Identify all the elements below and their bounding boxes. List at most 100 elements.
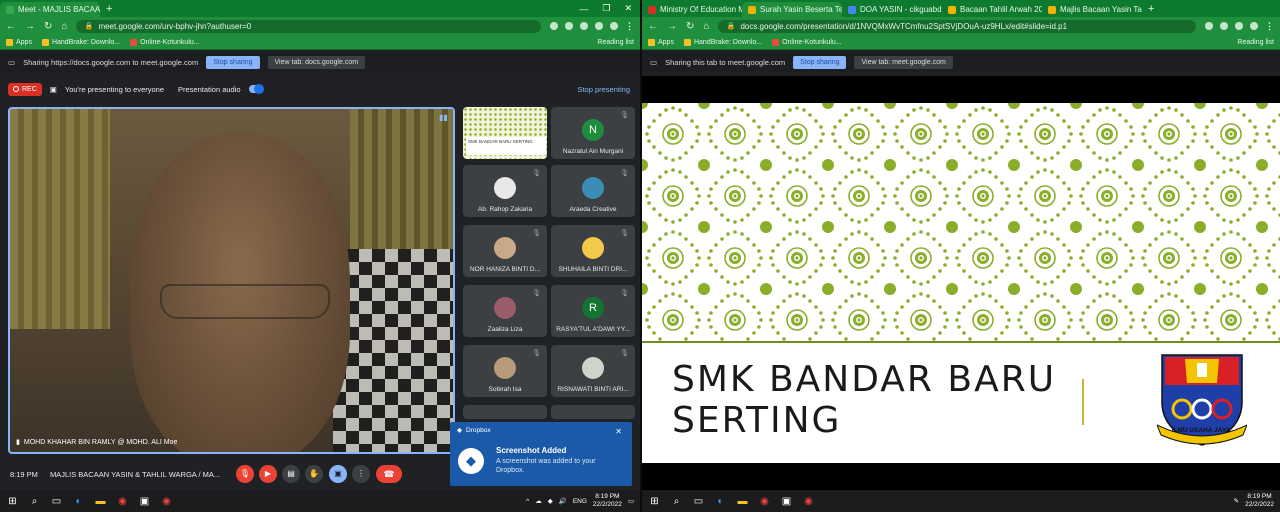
menu-icon[interactable]: ⋮ <box>625 21 634 32</box>
bookmark-handbrake[interactable]: HandBrake: Downlo... <box>41 38 120 46</box>
url-field[interactable]: 🔒 docs.google.com/presentation/d/1NVQMxW… <box>718 19 1196 33</box>
profile-icon[interactable] <box>1250 22 1258 30</box>
task-view-icon[interactable]: ▭ <box>692 495 705 508</box>
view-tab-button[interactable]: View tab: meet.google.com <box>854 56 953 69</box>
present-icon[interactable]: ▣ <box>329 465 347 483</box>
menu-icon[interactable]: ⋮ <box>1265 21 1274 32</box>
close-icon[interactable]: ✕ <box>615 427 622 436</box>
extension-icon[interactable] <box>1205 22 1213 30</box>
participant-tile[interactable] <box>463 405 547 419</box>
presentation-audio-toggle[interactable] <box>248 84 264 94</box>
extension-icon[interactable] <box>1220 22 1228 30</box>
search-icon[interactable]: ⌕ <box>28 495 41 508</box>
tab-item[interactable]: Bacaan Tahlil Arwah 2020... <box>942 2 1042 17</box>
file-explorer-icon[interactable]: ▬ <box>94 495 107 508</box>
extension-icon[interactable] <box>565 22 573 30</box>
participant-tile[interactable]: 🎙 Ab. Rahop Zakaria <box>463 165 547 217</box>
url-field[interactable]: 🔒 meet.google.com/urv-bphv-jhn?authuser=… <box>76 19 541 33</box>
more-options-icon[interactable]: ⋮ <box>352 465 370 483</box>
chrome-icon[interactable]: ◉ <box>758 495 771 508</box>
bookmark-online[interactable]: Online-Kotunkulu... <box>130 38 200 46</box>
extension-icon[interactable] <box>595 22 603 30</box>
store-icon[interactable]: ▣ <box>138 495 151 508</box>
home-icon[interactable]: ⌂ <box>61 21 67 32</box>
participant-tile[interactable]: 🎙 N Nazratul Ain Murgani <box>551 107 635 159</box>
edge-icon[interactable]: ◐ <box>72 495 85 508</box>
end-call-button[interactable]: ☎ <box>376 465 402 483</box>
slide-title-line1: SMK BANDAR BARU <box>672 359 1057 400</box>
notification-icon[interactable]: ▭ <box>628 497 634 505</box>
reading-list[interactable]: Reading list <box>597 39 634 46</box>
stop-presenting-button[interactable]: Stop presenting <box>577 85 630 94</box>
chrome-icon[interactable]: ◉ <box>116 495 129 508</box>
presenting-bar: REC ▣ You're presenting to everyone Pres… <box>0 78 640 100</box>
clock[interactable]: 8:19 PM 22/2/2022 <box>593 493 622 509</box>
mic-off-icon[interactable]: 🎙 <box>236 465 254 483</box>
tab-item[interactable]: Surah Yasin Beserta Te... <box>742 2 842 17</box>
reload-icon[interactable]: ↻ <box>44 21 52 32</box>
bookmark-online[interactable]: Online-Kotunkulu... <box>772 38 842 46</box>
participant-tile[interactable]: 🎙 Zaaliza Liza <box>463 285 547 337</box>
recording-badge: REC <box>8 82 42 96</box>
participant-tile[interactable]: 🎙 SHUHAILA BINTI DRI... <box>551 225 635 277</box>
tab-item[interactable]: Ministry Of Education Ma... <box>642 2 742 17</box>
tray-up-icon[interactable]: ^ <box>526 498 529 505</box>
windows-start-icon[interactable]: ⊞ <box>6 495 19 508</box>
captions-icon[interactable]: ▤ <box>282 465 300 483</box>
participant-tile[interactable]: 🎙 NOR HANIZA BINTI D... <box>463 225 547 277</box>
task-view-icon[interactable]: ▭ <box>50 495 63 508</box>
maximize-icon[interactable]: ❐ <box>602 3 610 14</box>
edge-icon[interactable]: ◐ <box>714 495 727 508</box>
tab-favicon-icon <box>648 5 656 14</box>
participant-tile[interactable]: 🎙 Sobirah Isa <box>463 345 547 397</box>
profile-icon[interactable] <box>610 22 618 30</box>
forward-icon[interactable]: → <box>667 21 677 32</box>
presentation-thumbnail[interactable]: SMK BANDAR BARU SERTING <box>463 107 547 159</box>
bookmark-apps[interactable]: Apps <box>6 38 32 46</box>
cloud-icon[interactable]: ☁ <box>535 497 542 505</box>
view-tab-button[interactable]: View tab: docs.google.com <box>267 56 366 69</box>
participant-tile[interactable]: 🎙 R RASYA'TUL A'DAWI YY... <box>551 285 635 337</box>
new-tab-icon[interactable]: + <box>1142 2 1160 17</box>
tab-meet[interactable]: Meet - MAJLIS BACAAN YA... ✕ <box>0 2 100 17</box>
participant-tile[interactable]: 🎙 Araeda Creative <box>551 165 635 217</box>
extension-icon[interactable] <box>1235 22 1243 30</box>
search-icon[interactable]: ⌕ <box>670 495 683 508</box>
raise-hand-icon[interactable]: ✋ <box>305 465 323 483</box>
tab-item[interactable]: Majlis Bacaan Yasin Tahli... <box>1042 2 1142 17</box>
clock[interactable]: 8:19 PM 22/2/2022 <box>1245 493 1274 509</box>
mic-off-icon: 🎙 <box>532 290 541 297</box>
dropbox-notification[interactable]: ◆ Dropbox ✕ ◆ Screenshot Added A screensh… <box>450 422 632 486</box>
back-icon[interactable]: ← <box>6 21 16 32</box>
new-tab-icon[interactable]: + <box>100 2 118 17</box>
windows-start-icon[interactable]: ⊞ <box>648 495 661 508</box>
minimize-icon[interactable]: — <box>579 4 588 14</box>
main-video-tile[interactable]: ▮▮ ▮ MOHD KHAHAR BIN RAMLY @ MOHD. ALI M… <box>8 107 455 454</box>
store-icon[interactable]: ▣ <box>780 495 793 508</box>
chrome-active-icon[interactable]: ◉ <box>160 495 173 508</box>
reload-icon[interactable]: ↻ <box>686 21 694 32</box>
chrome-active-icon[interactable]: ◉ <box>802 495 815 508</box>
back-icon[interactable]: ← <box>648 21 658 32</box>
participant-tile[interactable]: 🎙 RISNAWATI BINTI ARI... <box>551 345 635 397</box>
home-icon[interactable]: ⌂ <box>703 21 709 32</box>
pen-icon[interactable]: ✎ <box>1234 497 1239 505</box>
slide[interactable]: SMK BANDAR BARU SERTING ILMU USAHA JAYA <box>642 103 1280 463</box>
participant-tile[interactable] <box>551 405 635 419</box>
volume-icon[interactable]: 🔊 <box>559 497 567 505</box>
extension-icon[interactable] <box>550 22 558 30</box>
bookmark-apps[interactable]: Apps <box>648 38 674 46</box>
dropbox-tray-icon[interactable]: ◆ <box>548 497 553 505</box>
forward-icon[interactable]: → <box>25 21 35 32</box>
file-explorer-icon[interactable]: ▬ <box>736 495 749 508</box>
close-window-icon[interactable]: ✕ <box>624 3 632 14</box>
tab-item[interactable]: DOA YASIN - cikguabdul... <box>842 2 942 17</box>
stop-sharing-button[interactable]: Stop sharing <box>793 56 847 69</box>
bookmark-handbrake[interactable]: HandBrake: Downlo... <box>683 38 762 46</box>
language-indicator[interactable]: ENG <box>573 498 587 505</box>
stop-sharing-button[interactable]: Stop sharing <box>206 56 260 69</box>
reading-list[interactable]: Reading list <box>1237 39 1274 46</box>
camera-off-icon[interactable]: ▶ <box>259 465 277 483</box>
extension-icon[interactable] <box>580 22 588 30</box>
slide-title: SMK BANDAR BARU SERTING <box>672 359 1056 441</box>
